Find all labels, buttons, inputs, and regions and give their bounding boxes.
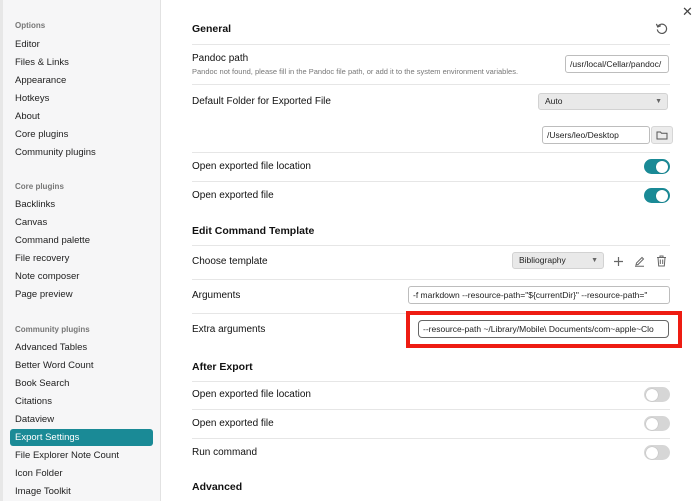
section-title-advanced: Advanced [192, 481, 243, 493]
sidebar-item-export-settings[interactable]: Export Settings [10, 429, 153, 446]
sidebar-item-hotkeys[interactable]: Hotkeys [10, 90, 153, 107]
divider [192, 438, 670, 439]
pandoc-path-label: Pandoc path [192, 53, 249, 64]
sidebar-item-backlinks[interactable]: Backlinks [10, 196, 153, 213]
open-location-toggle[interactable] [644, 159, 670, 174]
sidebar-item-canvas[interactable]: Canvas [10, 214, 153, 231]
pandoc-path-input[interactable]: /usr/local/Cellar/pandoc/ [565, 55, 669, 73]
open-file-label: Open exported file [192, 190, 274, 201]
sidebar-item-files-links[interactable]: Files & Links [10, 54, 153, 71]
after-open-file-toggle[interactable] [644, 416, 670, 431]
after-open-location-label: Open exported file location [192, 389, 311, 400]
highlight-annotation-box [406, 311, 682, 348]
sidebar-item-editor[interactable]: Editor [10, 36, 153, 53]
sidebar-item-community-plugins[interactable]: Community plugins [10, 144, 153, 161]
run-command-label: Run command [192, 447, 258, 458]
arguments-label: Arguments [192, 290, 241, 301]
open-file-toggle[interactable] [644, 188, 670, 203]
toggle-knob [656, 189, 668, 202]
divider [192, 181, 670, 182]
sidebar-item-dataview[interactable]: Dataview [10, 411, 153, 428]
default-folder-dropdown[interactable]: Auto ▼ [538, 93, 668, 110]
sidebar-item-command-palette[interactable]: Command palette [10, 232, 153, 249]
divider [192, 44, 670, 45]
divider [192, 279, 670, 280]
default-folder-value: Auto [545, 96, 563, 106]
sidebar-item-image-toolkit[interactable]: Image Toolkit [10, 483, 153, 500]
extra-arguments-label: Extra arguments [192, 324, 266, 335]
sidebar-item-appearance[interactable]: Appearance [10, 72, 153, 89]
run-command-toggle[interactable] [644, 445, 670, 460]
sidebar-heading-options: Options [15, 21, 46, 30]
divider [192, 381, 670, 382]
add-template-icon[interactable] [609, 253, 627, 269]
divider [192, 409, 670, 410]
settings-window: Options Editor Files & Links Appearance … [0, 0, 700, 501]
chevron-down-icon: ▼ [591, 257, 598, 264]
sidebar-heading-core-plugins: Core plugins [15, 182, 64, 191]
sidebar-edge [0, 0, 3, 501]
folder-picker-button[interactable] [651, 126, 673, 144]
chevron-down-icon: ▼ [655, 98, 662, 105]
toggle-knob [646, 446, 658, 459]
sidebar-item-citations[interactable]: Citations [10, 393, 153, 410]
arguments-input[interactable]: -f markdown --resource-path="${currentDi… [408, 286, 670, 304]
sidebar-item-book-search[interactable]: Book Search [10, 375, 153, 392]
settings-sidebar: Options Editor Files & Links Appearance … [0, 0, 161, 501]
toggle-knob [646, 417, 658, 430]
divider [192, 245, 670, 246]
divider [192, 84, 670, 85]
after-open-file-label: Open exported file [192, 418, 274, 429]
sidebar-item-file-recovery[interactable]: File recovery [10, 250, 153, 267]
delete-template-icon[interactable] [652, 253, 670, 269]
section-title-after-export: After Export [192, 361, 253, 373]
sidebar-item-better-word-count[interactable]: Better Word Count [10, 357, 153, 374]
sidebar-item-advanced-tables[interactable]: Advanced Tables [10, 339, 153, 356]
choose-template-label: Choose template [192, 256, 268, 267]
open-location-label: Open exported file location [192, 161, 311, 172]
sidebar-item-note-composer[interactable]: Note composer [10, 268, 153, 285]
folder-path-input[interactable]: /Users/leo/Desktop [542, 126, 650, 144]
section-title-general: General [192, 23, 232, 35]
toggle-knob [656, 160, 668, 173]
reset-icon[interactable] [652, 20, 670, 36]
close-icon[interactable]: ✕ [682, 4, 693, 20]
sidebar-item-file-explorer-note-count[interactable]: File Explorer Note Count [10, 447, 153, 464]
folder-icon [656, 131, 668, 140]
after-open-location-toggle[interactable] [644, 387, 670, 402]
sidebar-item-core-plugins[interactable]: Core plugins [10, 126, 153, 143]
sidebar-item-about[interactable]: About [10, 108, 153, 125]
template-dropdown-value: Bibliography [519, 255, 566, 265]
toggle-knob [646, 388, 658, 401]
sidebar-item-icon-folder[interactable]: Icon Folder [10, 465, 153, 482]
sidebar-heading-community-plugins: Community plugins [15, 325, 90, 334]
default-folder-label: Default Folder for Exported File [192, 96, 331, 107]
template-dropdown[interactable]: Bibliography ▼ [512, 252, 604, 269]
sidebar-item-page-preview[interactable]: Page preview [10, 286, 153, 303]
section-title-edit-command-template: Edit Command Template [192, 225, 315, 237]
pandoc-path-description: Pandoc not found, please fill in the Pan… [192, 67, 519, 76]
edit-template-icon[interactable] [630, 253, 648, 269]
divider [192, 152, 670, 153]
